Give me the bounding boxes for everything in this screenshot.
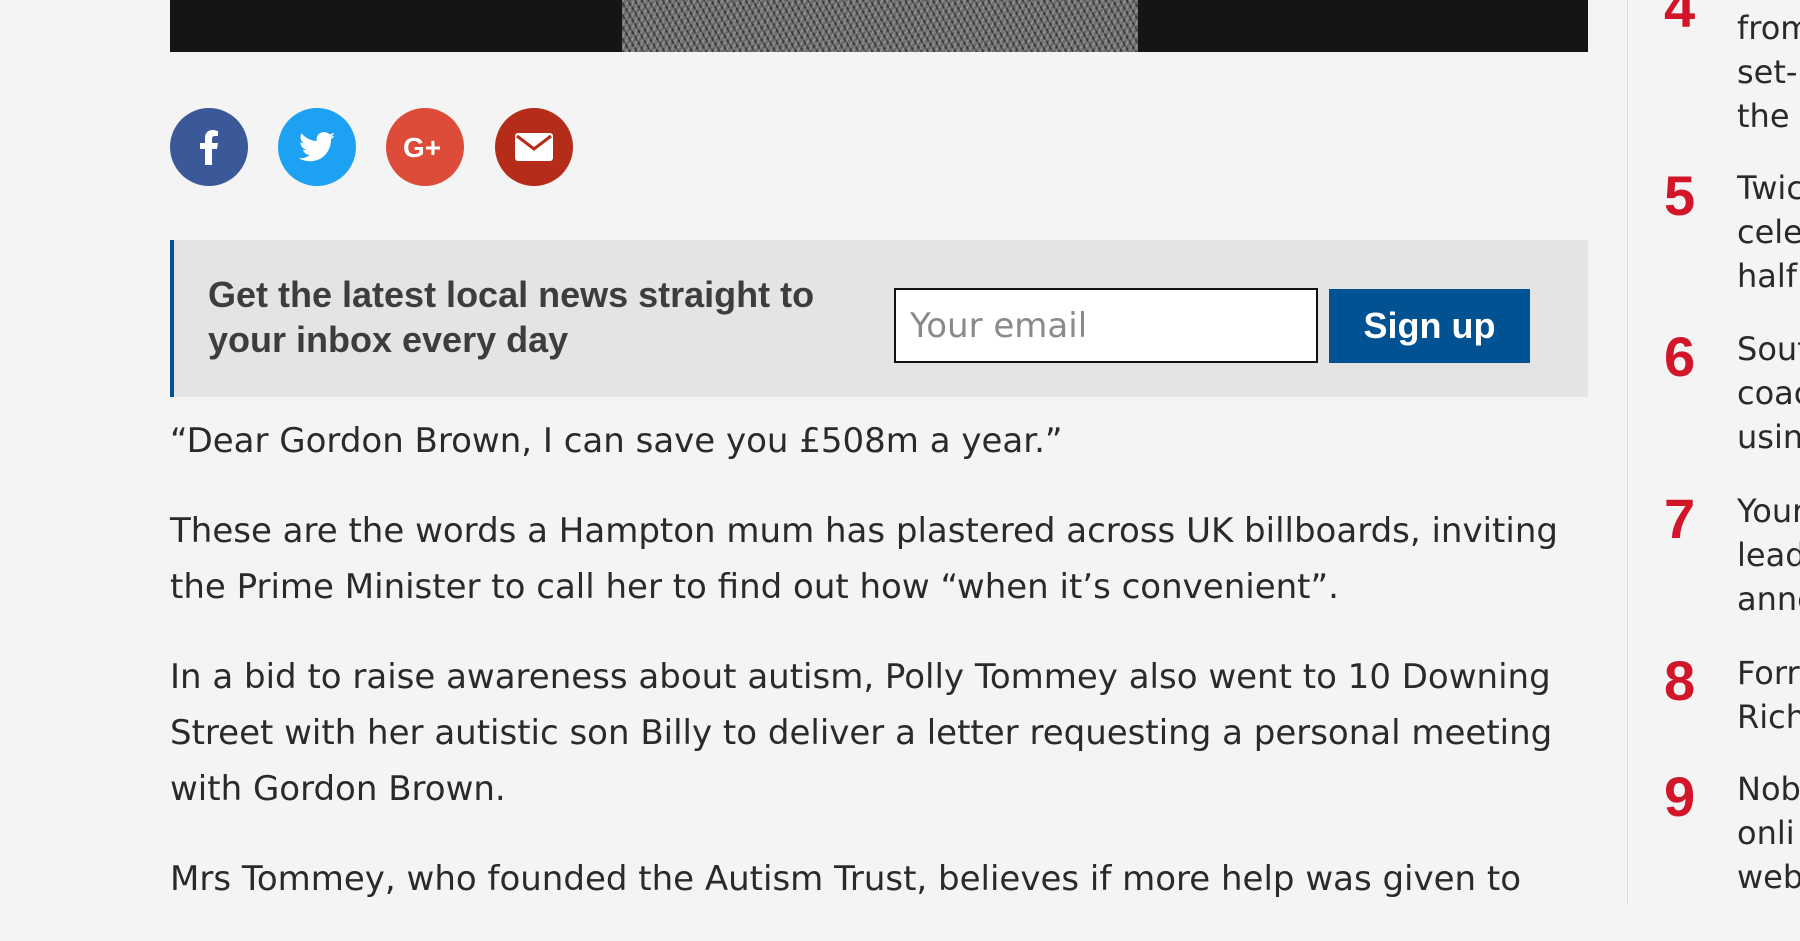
trending-number: 5 [1664, 164, 1696, 227]
trending-headline: Sout coac usin [1737, 327, 1800, 459]
article-paragraph: “Dear Gordon Brown, I can save you £508m… [170, 421, 1063, 461]
article-paragraph: Mrs Tommey, who founded the Autism Trust… [170, 859, 1522, 899]
trending-headline-line: Sout [1737, 330, 1800, 368]
trending-number: 6 [1664, 325, 1696, 388]
trending-number: 4 [1664, 0, 1696, 39]
trending-headline: Your lead anne [1737, 489, 1800, 621]
sign-up-button[interactable]: Sign up [1329, 289, 1530, 363]
share-facebook-button[interactable] [170, 108, 248, 186]
envelope-icon [515, 133, 553, 161]
trending-number: 8 [1664, 649, 1696, 712]
twitter-icon [299, 132, 335, 162]
trending-headline: Forr Rich [1737, 651, 1800, 739]
article-body: “Dear Gordon Brown, I can save you £508m… [170, 413, 1590, 941]
most-read-sidebar: 4 from set- the 5 Twic cele half 6 Sout … [1628, 0, 1800, 904]
svg-text:G+: G+ [403, 133, 441, 161]
trending-headline-line: Your [1737, 492, 1800, 530]
trending-number: 7 [1664, 487, 1696, 550]
trending-headline-line: Nob [1737, 770, 1800, 808]
google-plus-icon: G+ [403, 133, 441, 161]
trending-headline-line: Rich [1737, 698, 1800, 736]
newsletter-heading-line2: your inbox every day [208, 319, 569, 360]
share-google-plus-button[interactable]: G+ [386, 108, 464, 186]
trending-headline-line: onli [1737, 814, 1795, 852]
trending-headline-line: the [1737, 97, 1790, 135]
newsletter-heading: Get the latest local news straight to yo… [208, 272, 848, 362]
email-input[interactable] [894, 288, 1318, 363]
trending-headline: Nob onli web [1737, 767, 1800, 899]
trending-headline-line: usin [1737, 418, 1800, 456]
newsletter-heading-line1: Get the latest local news straight to [208, 274, 815, 315]
trending-headline-line: cele [1737, 213, 1800, 251]
trending-headline-line: web [1737, 858, 1800, 896]
trending-headline-line: lead [1737, 536, 1800, 574]
newsletter-signup: Get the latest local news straight to yo… [170, 240, 1588, 397]
trending-headline-line: half [1737, 257, 1798, 295]
article-hero-image [170, 0, 1588, 52]
trending-headline: Twic cele half [1737, 166, 1800, 298]
trending-number: 9 [1664, 765, 1696, 828]
trending-headline-line: set- [1737, 53, 1798, 91]
facebook-icon [200, 130, 218, 165]
trending-headline-line: from [1737, 9, 1800, 47]
share-email-button[interactable] [495, 108, 573, 186]
trending-headline-line: Forr [1737, 654, 1800, 692]
trending-headline-line: coac [1737, 374, 1800, 412]
article-paragraph: These are the words a Hampton mum has pl… [170, 511, 1558, 607]
trending-headline-line: anne [1737, 580, 1800, 618]
hero-photo [622, 0, 1138, 52]
trending-headline-line: Twic [1737, 169, 1800, 207]
share-twitter-button[interactable] [278, 108, 356, 186]
article-paragraph: In a bid to raise awareness about autism… [170, 657, 1553, 809]
trending-headline: from set- the [1737, 6, 1800, 138]
